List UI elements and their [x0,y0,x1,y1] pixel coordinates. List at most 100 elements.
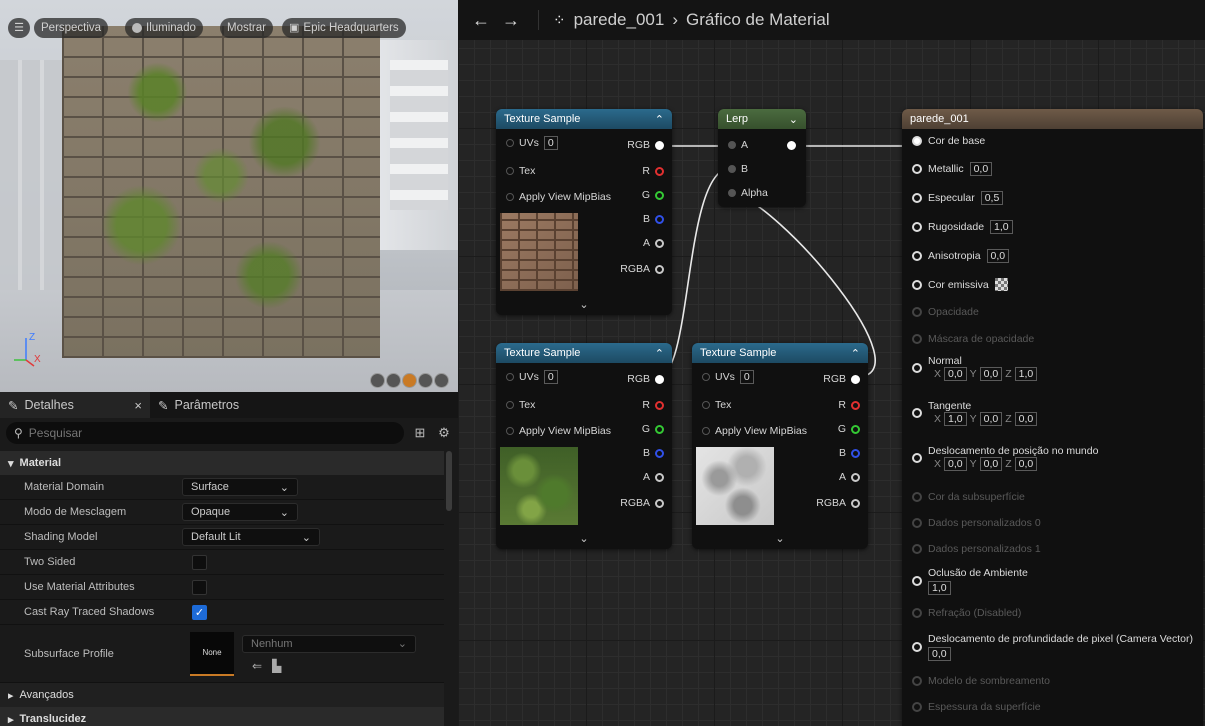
node-header[interactable]: Texture Sample ⌃ [496,109,672,129]
r-output-pin[interactable]: R [642,397,664,413]
rgb-output-pin[interactable]: RGB [823,371,860,387]
level-button[interactable]: ▣ Epic Headquarters [282,18,406,38]
tex-pin[interactable]: Tex [506,163,535,179]
node-header[interactable]: parede_001 [902,109,1203,129]
lerp-alpha-pin[interactable]: Alpha [728,185,768,201]
use-material-attributes-checkbox[interactable] [192,579,207,595]
breadcrumb-asset[interactable]: parede_001 [574,10,665,30]
cylinder-preview-icon[interactable] [370,373,385,388]
collapse-icon[interactable]: ⌃ [851,347,860,360]
lerp-output-pin[interactable] [787,137,796,153]
b-output-pin[interactable]: B [643,211,664,227]
anisotropy-pin[interactable]: Anisotropia 0,0 [912,249,1010,263]
viewport-menu-button[interactable]: ☰ [8,18,30,38]
tab-parameters[interactable]: ✎ Parâmetros [150,392,247,418]
mipbias-pin[interactable]: Apply View MipBias [506,189,611,205]
g-output-pin[interactable]: G [642,421,664,437]
rgb-output-pin[interactable]: RGB [627,137,664,153]
back-arrow-icon[interactable]: ← [472,10,494,31]
expand-chevron-icon[interactable]: ⌄ [496,298,672,311]
metallic-pin[interactable]: Metallic 0,0 [912,162,993,176]
tangent-pin[interactable]: Tangente X 1,0 Y 0,0 Z 0,0 [912,400,1038,426]
shading-model-dropdown[interactable]: Default Lit ⌄ [182,528,320,546]
ambient-occlusion-pin[interactable]: Oclusão de Ambiente 1,0 [912,567,1028,595]
material-graph[interactable]: ← → ⁘ parede_001 › Gráfico de Material T… [458,0,1205,726]
mipbias-pin[interactable]: Apply View MipBias [702,423,807,439]
material-result-node[interactable]: parede_001 Cor de base Metallic 0,0 Espec… [902,109,1203,726]
r-output-pin[interactable]: R [642,163,664,179]
level-viewport[interactable]: ☰ Perspectiva Iluminado Mostrar ▣ Epic H… [0,0,458,392]
a-output-pin[interactable]: A [643,469,664,485]
section-material[interactable]: ▾ Material [0,451,444,475]
cube-preview-icon[interactable] [418,373,433,388]
a-output-pin[interactable]: A [643,235,664,251]
subsurface-profile-dropdown[interactable]: Nenhum ⌄ [242,634,416,653]
collapse-icon[interactable]: ⌃ [655,113,664,126]
uvs-pin[interactable]: UVs 0 [506,369,558,385]
lerp-b-pin[interactable]: B [728,161,748,177]
section-advanced[interactable]: ▸ Avançados [0,683,444,707]
rgba-output-pin[interactable]: RGBA [816,495,860,511]
roughness-pin[interactable]: Rugosidade 1,0 [912,220,1013,234]
search-field[interactable]: ⚲ [6,422,404,444]
tex-pin[interactable]: Tex [506,397,535,413]
chevron-down-icon[interactable]: ⌄ [789,113,798,126]
r-output-pin[interactable]: R [838,397,860,413]
grid-view-icon[interactable]: ⊞ [412,425,428,441]
settings-icon[interactable]: ⚙ [436,425,452,441]
show-button[interactable]: Mostrar [220,18,273,38]
rgba-output-pin[interactable]: RGBA [620,261,664,277]
custom-mesh-preview-icon[interactable] [434,373,449,388]
pixel-depth-offset-pin[interactable]: Deslocamento de profundidade de pixel (C… [912,633,1193,661]
specular-pin[interactable]: Especular 0,5 [912,191,1004,205]
lerp-node[interactable]: Lerp ⌄ A B Alpha [718,109,806,207]
uvs-pin[interactable]: UVs 0 [506,135,558,151]
cast-ray-traced-shadows-checkbox[interactable]: ✓ [192,604,207,620]
sphere-preview-icon[interactable] [386,373,401,388]
texture-sample-node-2[interactable]: Texture Sample ⌃ UVs 0 Tex Apply View MipB… [496,343,672,549]
section-translucency[interactable]: ▸ Translucidez [0,707,444,726]
preview-shape-buttons[interactable] [370,373,449,388]
node-header[interactable]: Texture Sample ⌃ [692,343,868,363]
checker-swatch-icon[interactable] [994,278,1008,291]
g-output-pin[interactable]: G [642,187,664,203]
world-position-offset-pin[interactable]: Deslocamento de posição no mundo X 0,0 Y 0,… [912,445,1098,471]
material-domain-dropdown[interactable]: Surface ⌄ [182,478,298,496]
expand-chevron-icon[interactable]: ⌄ [692,532,868,545]
b-output-pin[interactable]: B [839,445,860,461]
b-output-pin[interactable]: B [643,445,664,461]
emissive-color-pin[interactable]: Cor emissiva [912,278,1008,291]
use-selected-asset-icon[interactable]: ⇐ [252,659,262,673]
close-tab-icon[interactable]: × [134,398,142,413]
tab-details[interactable]: ✎ Detalhes × [0,392,150,418]
tex-pin[interactable]: Tex [702,397,731,413]
perspective-button[interactable]: Perspectiva [34,18,109,38]
lerp-a-pin[interactable]: A [728,137,748,153]
breadcrumb-separator: › [672,10,679,29]
two-sided-checkbox[interactable] [192,554,207,570]
rgb-output-pin[interactable]: RGB [627,371,664,387]
header-divider [538,10,539,30]
a-output-pin[interactable]: A [839,469,860,485]
base-color-pin[interactable]: Cor de base [912,135,985,147]
mipbias-pin[interactable]: Apply View MipBias [506,423,611,439]
browse-asset-icon[interactable]: ▙ [272,659,281,673]
texture-sample-node-1[interactable]: Texture Sample ⌃ UVs 0 Tex Apply View MipB… [496,109,672,315]
expand-chevron-icon[interactable]: ⌄ [496,532,672,545]
lit-mode-button[interactable]: Iluminado [125,18,203,38]
normal-pin[interactable]: Normal X 0,0 Y 0,0 Z 1,0 [912,355,1038,381]
search-row: ⚲ ⊞ ⚙ [0,418,458,448]
subsurface-profile-thumbnail[interactable]: None [190,631,234,676]
texture-sample-node-3[interactable]: Texture Sample ⌃ UVs 0 Tex Apply View MipB… [692,343,868,549]
details-scrollbar[interactable] [446,451,452,511]
uvs-pin[interactable]: UVs 0 [702,369,754,385]
g-output-pin[interactable]: G [838,421,860,437]
collapse-icon[interactable]: ⌃ [655,347,664,360]
search-input[interactable] [28,426,329,440]
node-header[interactable]: Lerp ⌄ [718,109,806,129]
rgba-output-pin[interactable]: RGBA [620,495,664,511]
node-header[interactable]: Texture Sample ⌃ [496,343,672,363]
plane-preview-icon[interactable] [402,373,417,388]
forward-arrow-icon[interactable]: → [502,10,524,31]
blend-mode-dropdown[interactable]: Opaque ⌄ [182,503,298,521]
